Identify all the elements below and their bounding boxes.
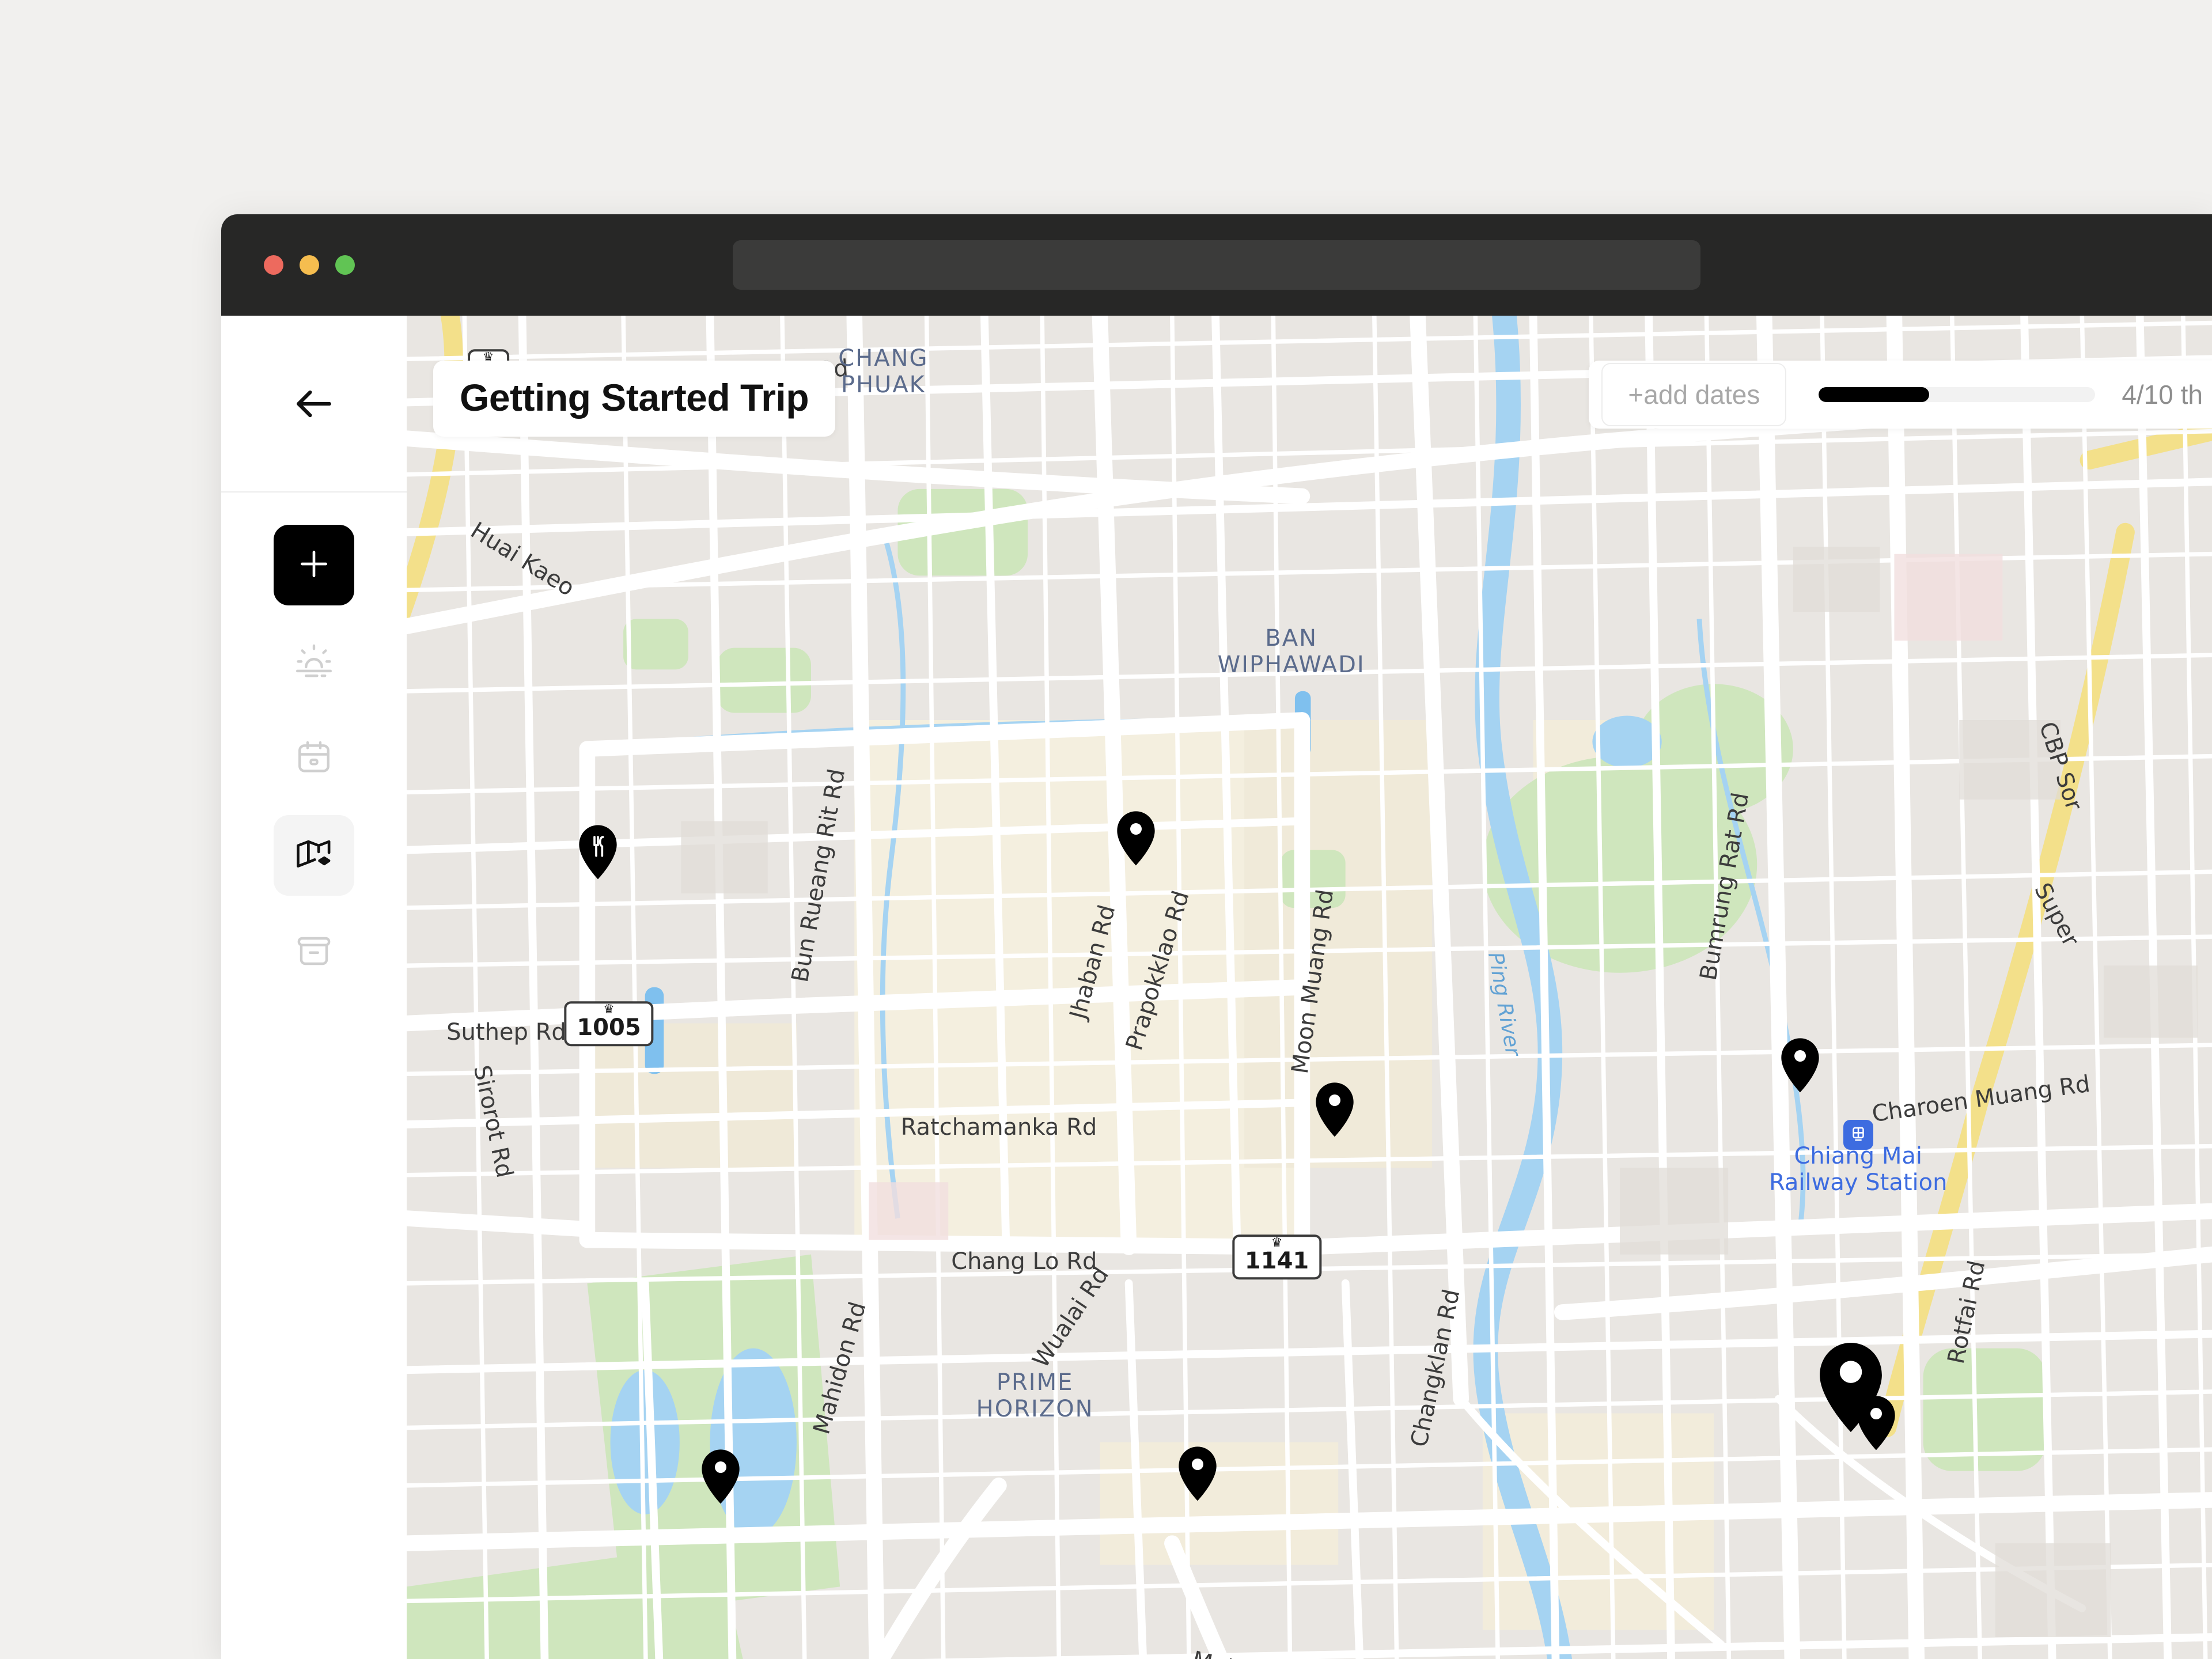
maximize-window-button[interactable] [335,255,355,275]
back-button[interactable] [282,372,346,435]
progress-track[interactable] [1819,387,2096,402]
sidebar-item-itinerary[interactable] [274,718,354,799]
marker-dot [1839,1361,1862,1384]
marker-3[interactable] [1312,1081,1358,1138]
sunrise-icon [295,642,333,683]
sidebar-item-map[interactable] [274,815,354,896]
marker-dot [1328,1094,1340,1107]
close-window-button[interactable] [264,255,283,275]
minimize-window-button[interactable] [300,255,319,275]
marker-dot [1191,1458,1203,1470]
map-pin-icon [295,835,333,876]
marker-dot [1130,823,1142,835]
traffic-light-group [264,255,355,275]
archive-box-icon [295,932,333,973]
trip-title-card[interactable]: Getting Started Trip [433,361,836,437]
trip-progress-bar: +add dates 4/10 th [1589,361,2212,429]
desktop-backdrop: .rd { stroke:#ffffff; fill:none; stroke-… [0,0,2212,1659]
sidebar-nav [274,493,354,1009]
progress-label: 4/10 th [2122,380,2203,410]
sidebar-header [221,316,407,493]
marker-dot [715,1461,727,1473]
add-dates-button[interactable]: +add dates [1601,363,1787,426]
sidebar-item-add[interactable] [274,525,354,605]
sidebar-item-archive[interactable] [274,912,354,993]
left-sidebar [221,316,407,1659]
progress-fill [1819,387,1930,402]
marker-restaurant[interactable] [575,823,621,881]
marker-8[interactable] [698,1448,744,1505]
marker-2[interactable] [1113,809,1159,867]
app-window: .rd { stroke:#ffffff; fill:none; stroke-… [221,214,2212,1659]
marker-7[interactable] [1175,1445,1221,1502]
marker-6[interactable] [1853,1394,1899,1452]
calendar-icon [295,738,333,779]
marker-dot [1870,1408,1883,1420]
marker-dot [1794,1050,1806,1062]
sidebar-item-explore[interactable] [274,622,354,702]
plus-icon [296,546,332,585]
address-bar[interactable] [733,240,1700,290]
map-view[interactable]: .rd { stroke:#ffffff; fill:none; stroke-… [407,316,2212,1659]
marker-4[interactable] [1777,1036,1823,1094]
map-tiles: .rd { stroke:#ffffff; fill:none; stroke-… [407,316,2212,1659]
window-titlebar [221,214,2212,316]
